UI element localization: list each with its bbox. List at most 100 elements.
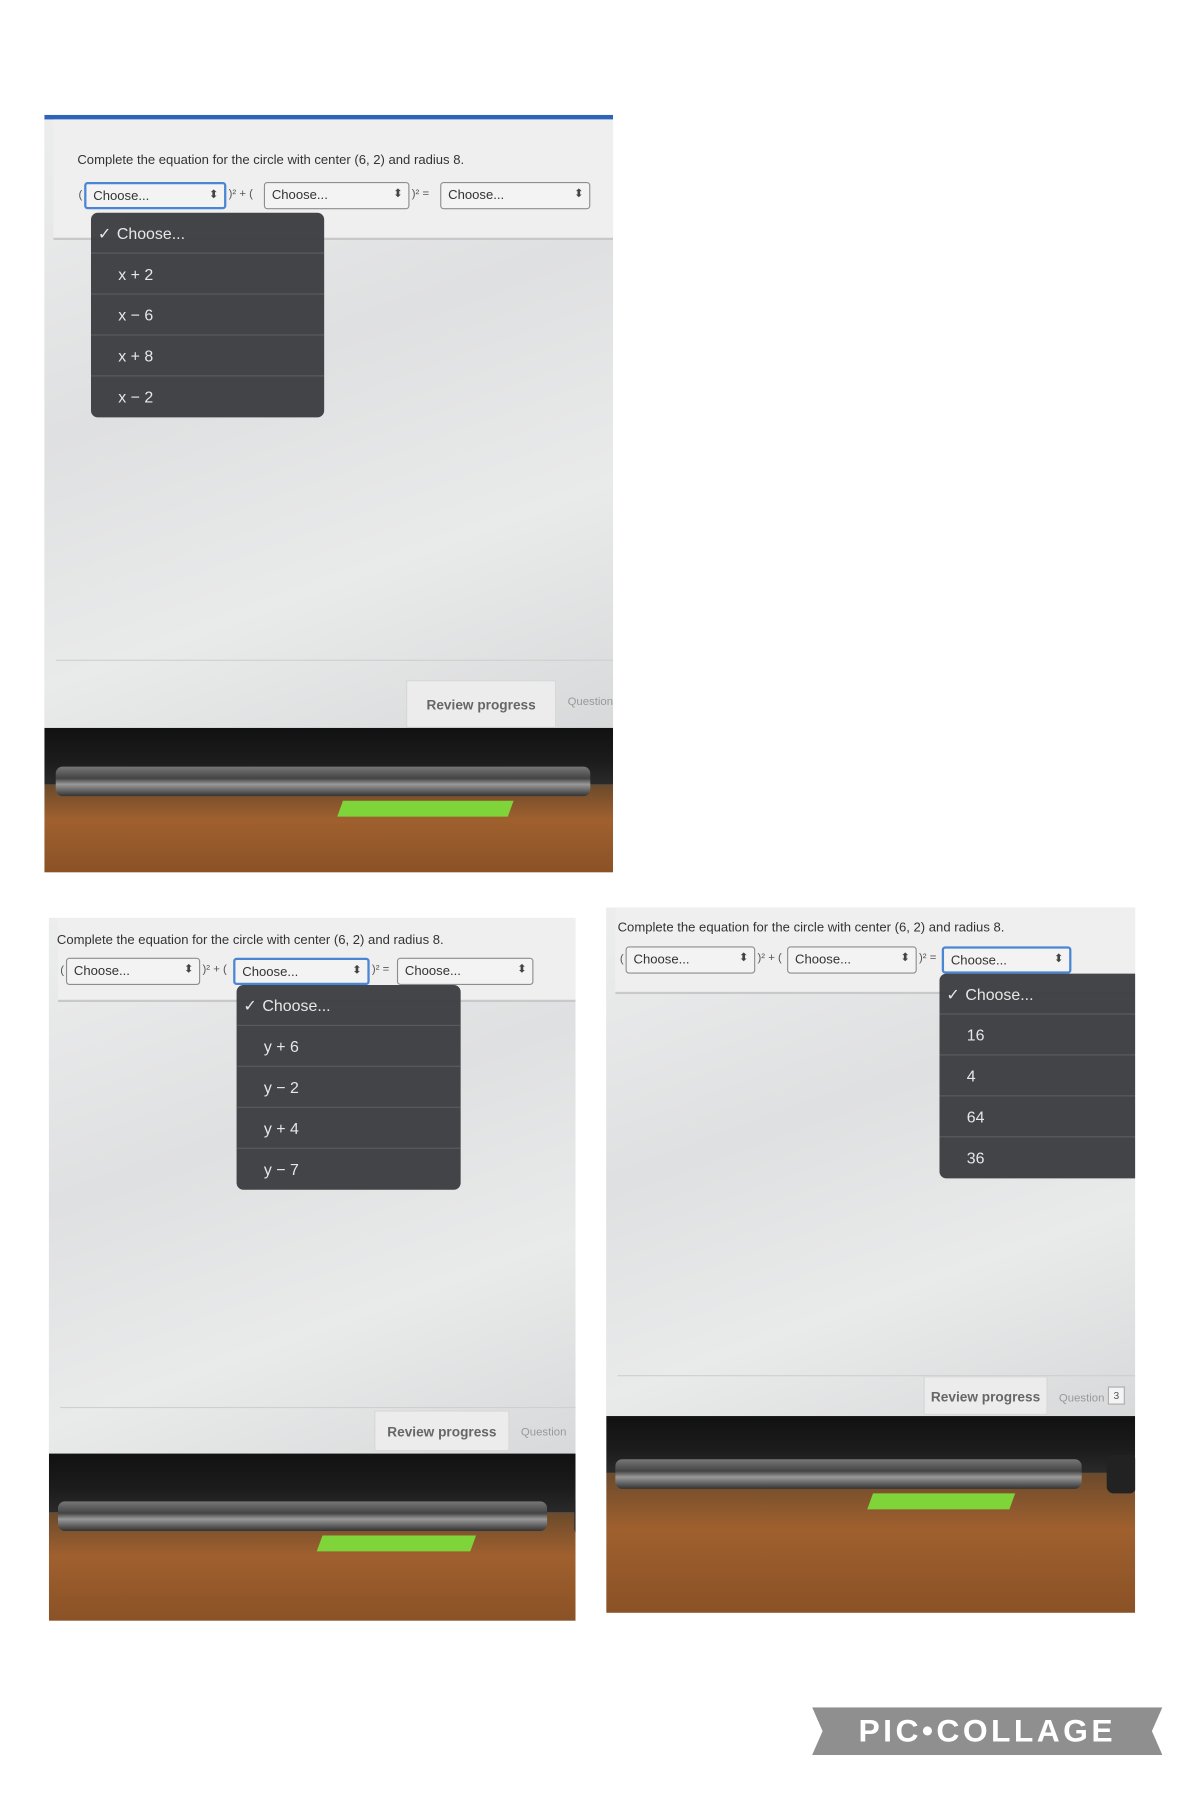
question-text: Complete the equation for the circle wit… [617, 921, 1005, 935]
squared-equals-operator: )² = [371, 963, 390, 976]
select-arrows-icon: ⬍ [738, 952, 749, 965]
option-label: y − 7 [263, 1160, 299, 1179]
squared-equals-operator: )² = [411, 187, 430, 201]
dropdown-menu: ✓ Choose... y + 6 y − 2 y + 4 y − 7 [236, 984, 461, 1190]
dropdown-option[interactable]: x − 6 [90, 295, 325, 336]
dropdown-option[interactable]: 64 [939, 1096, 1136, 1138]
option-label: Choose... [965, 984, 1034, 1004]
dropdown-option[interactable]: y − 7 [237, 1149, 461, 1190]
quiz-screen: Complete the equation for the circle wit… [48, 917, 576, 1454]
select-arrows-icon: ⬍ [393, 187, 403, 201]
dropdown-option[interactable]: 16 [939, 1015, 1136, 1056]
dropdown-option[interactable]: y + 6 [236, 1026, 461, 1067]
dropdown-option[interactable]: ✓ Choose... [939, 974, 1136, 1015]
pen-cap [574, 1496, 576, 1536]
question-label: Question [1058, 1392, 1105, 1405]
option-label: 16 [966, 1025, 985, 1045]
squared-plus-operator: )² + ( [757, 952, 782, 965]
dropdown-option[interactable]: x − 2 [91, 376, 324, 417]
select-value: Choose... [633, 953, 690, 967]
option-label: x − 6 [118, 305, 154, 325]
select-value: Choose... [271, 188, 328, 203]
collage: PIC•COLLAGE Complete the equation for th… [0, 0, 1200, 1799]
select-value: Choose... [242, 965, 299, 980]
paren-open: ( [78, 188, 83, 202]
choose-select-2[interactable]: Choose... ⬍ [233, 957, 370, 985]
select-value: Choose... [448, 188, 505, 203]
pen-clip [316, 1535, 477, 1552]
option-label: 64 [966, 1107, 985, 1127]
screenshot-photo-2: Complete the equation for the circle wit… [48, 917, 576, 1621]
review-progress-button[interactable]: Review progress [406, 680, 557, 728]
choose-select-3[interactable]: Choose... ⬍ [941, 946, 1072, 974]
select-arrows-icon: ⬍ [573, 187, 584, 201]
paren-open: ( [60, 964, 65, 978]
pen [55, 766, 591, 797]
select-value: Choose... [795, 953, 852, 967]
pic-collage-logo: PIC•COLLAGE [812, 1707, 1163, 1756]
screenshot-photo-1: Complete the equation for the circle wit… [44, 114, 614, 873]
option-label: 4 [966, 1066, 976, 1086]
dropdown-option[interactable]: 4 [939, 1056, 1136, 1097]
question-text: Complete the equation for the circle wit… [77, 153, 465, 168]
paren-open: ( [619, 953, 624, 966]
option-label: y + 4 [263, 1119, 299, 1138]
wooden-table [44, 784, 614, 873]
squared-equals-operator: )² = [919, 952, 937, 965]
wooden-table [606, 1472, 1136, 1613]
choose-select-3[interactable]: Choose... ⬍ [396, 957, 534, 985]
squared-plus-operator: )² + ( [202, 963, 227, 976]
option-label: Choose... [116, 224, 186, 243]
checkmark-icon: ✓ [97, 224, 112, 243]
question-label: Question [520, 1426, 567, 1439]
pen-cap [1106, 1454, 1136, 1494]
select-arrows-icon: ⬍ [352, 964, 362, 978]
squared-plus-operator: )² + ( [228, 187, 253, 201]
choose-select-3[interactable]: Choose... ⬍ [440, 181, 591, 210]
dropdown-option[interactable]: x + 8 [90, 336, 325, 377]
dropdown-option[interactable]: x + 2 [90, 254, 325, 295]
dropdown-menu: ✓ Choose... 16 4 64 36 [939, 973, 1136, 1179]
select-value: Choose... [950, 954, 1007, 968]
option-label: 36 [966, 1148, 985, 1167]
choose-select-2[interactable]: Choose... ⬍ [263, 181, 410, 210]
choose-select-2[interactable]: Choose... ⬍ [787, 946, 917, 974]
question-label: Question [567, 696, 614, 709]
select-arrows-icon: ⬍ [517, 963, 527, 976]
screenshot-photo-3: Complete the equation for the circle wit… [606, 907, 1136, 1613]
dropdown-option[interactable]: y − 2 [236, 1067, 461, 1108]
review-progress-button[interactable]: Review progress [923, 1376, 1048, 1415]
select-arrows-icon: ⬍ [1053, 953, 1064, 966]
checkmark-icon: ✓ [243, 996, 257, 1015]
option-label: y − 2 [263, 1078, 299, 1097]
select-arrows-icon: ⬍ [900, 952, 910, 965]
pen [615, 1459, 1082, 1489]
footer-divider [617, 1375, 1136, 1377]
select-value: Choose... [73, 964, 130, 979]
review-progress-button[interactable]: Review progress [374, 1410, 510, 1452]
option-label: x + 2 [118, 265, 154, 284]
select-value: Choose... [404, 964, 461, 979]
question-text: Complete the equation for the circle wit… [56, 933, 444, 948]
option-label: x − 2 [118, 387, 154, 407]
quiz-screen: Complete the equation for the circle wit… [606, 907, 1136, 1417]
select-value: Choose... [93, 189, 150, 204]
option-label: x + 8 [118, 346, 154, 366]
dropdown-option[interactable]: 36 [939, 1137, 1135, 1178]
choose-select-1[interactable]: Choose... ⬍ [625, 946, 756, 974]
choose-select-1[interactable]: Choose... ⬍ [65, 957, 201, 985]
option-label: y + 6 [263, 1037, 299, 1056]
select-arrows-icon: ⬍ [208, 188, 219, 202]
question-number-field[interactable]: 3 [1107, 1386, 1125, 1405]
select-arrows-icon: ⬍ [183, 963, 194, 976]
pen-clip [337, 800, 514, 817]
dropdown-option[interactable]: ✓ Choose... [236, 985, 461, 1026]
footer-divider [55, 659, 614, 661]
dropdown-option[interactable]: ✓ Choose... [90, 213, 325, 254]
pen-clip [867, 1493, 1016, 1510]
option-label: Choose... [262, 996, 331, 1015]
checkmark-icon: ✓ [946, 984, 960, 1004]
choose-select-1[interactable]: Choose... ⬍ [84, 181, 227, 210]
pen [58, 1501, 548, 1531]
dropdown-option[interactable]: y + 4 [236, 1108, 461, 1149]
